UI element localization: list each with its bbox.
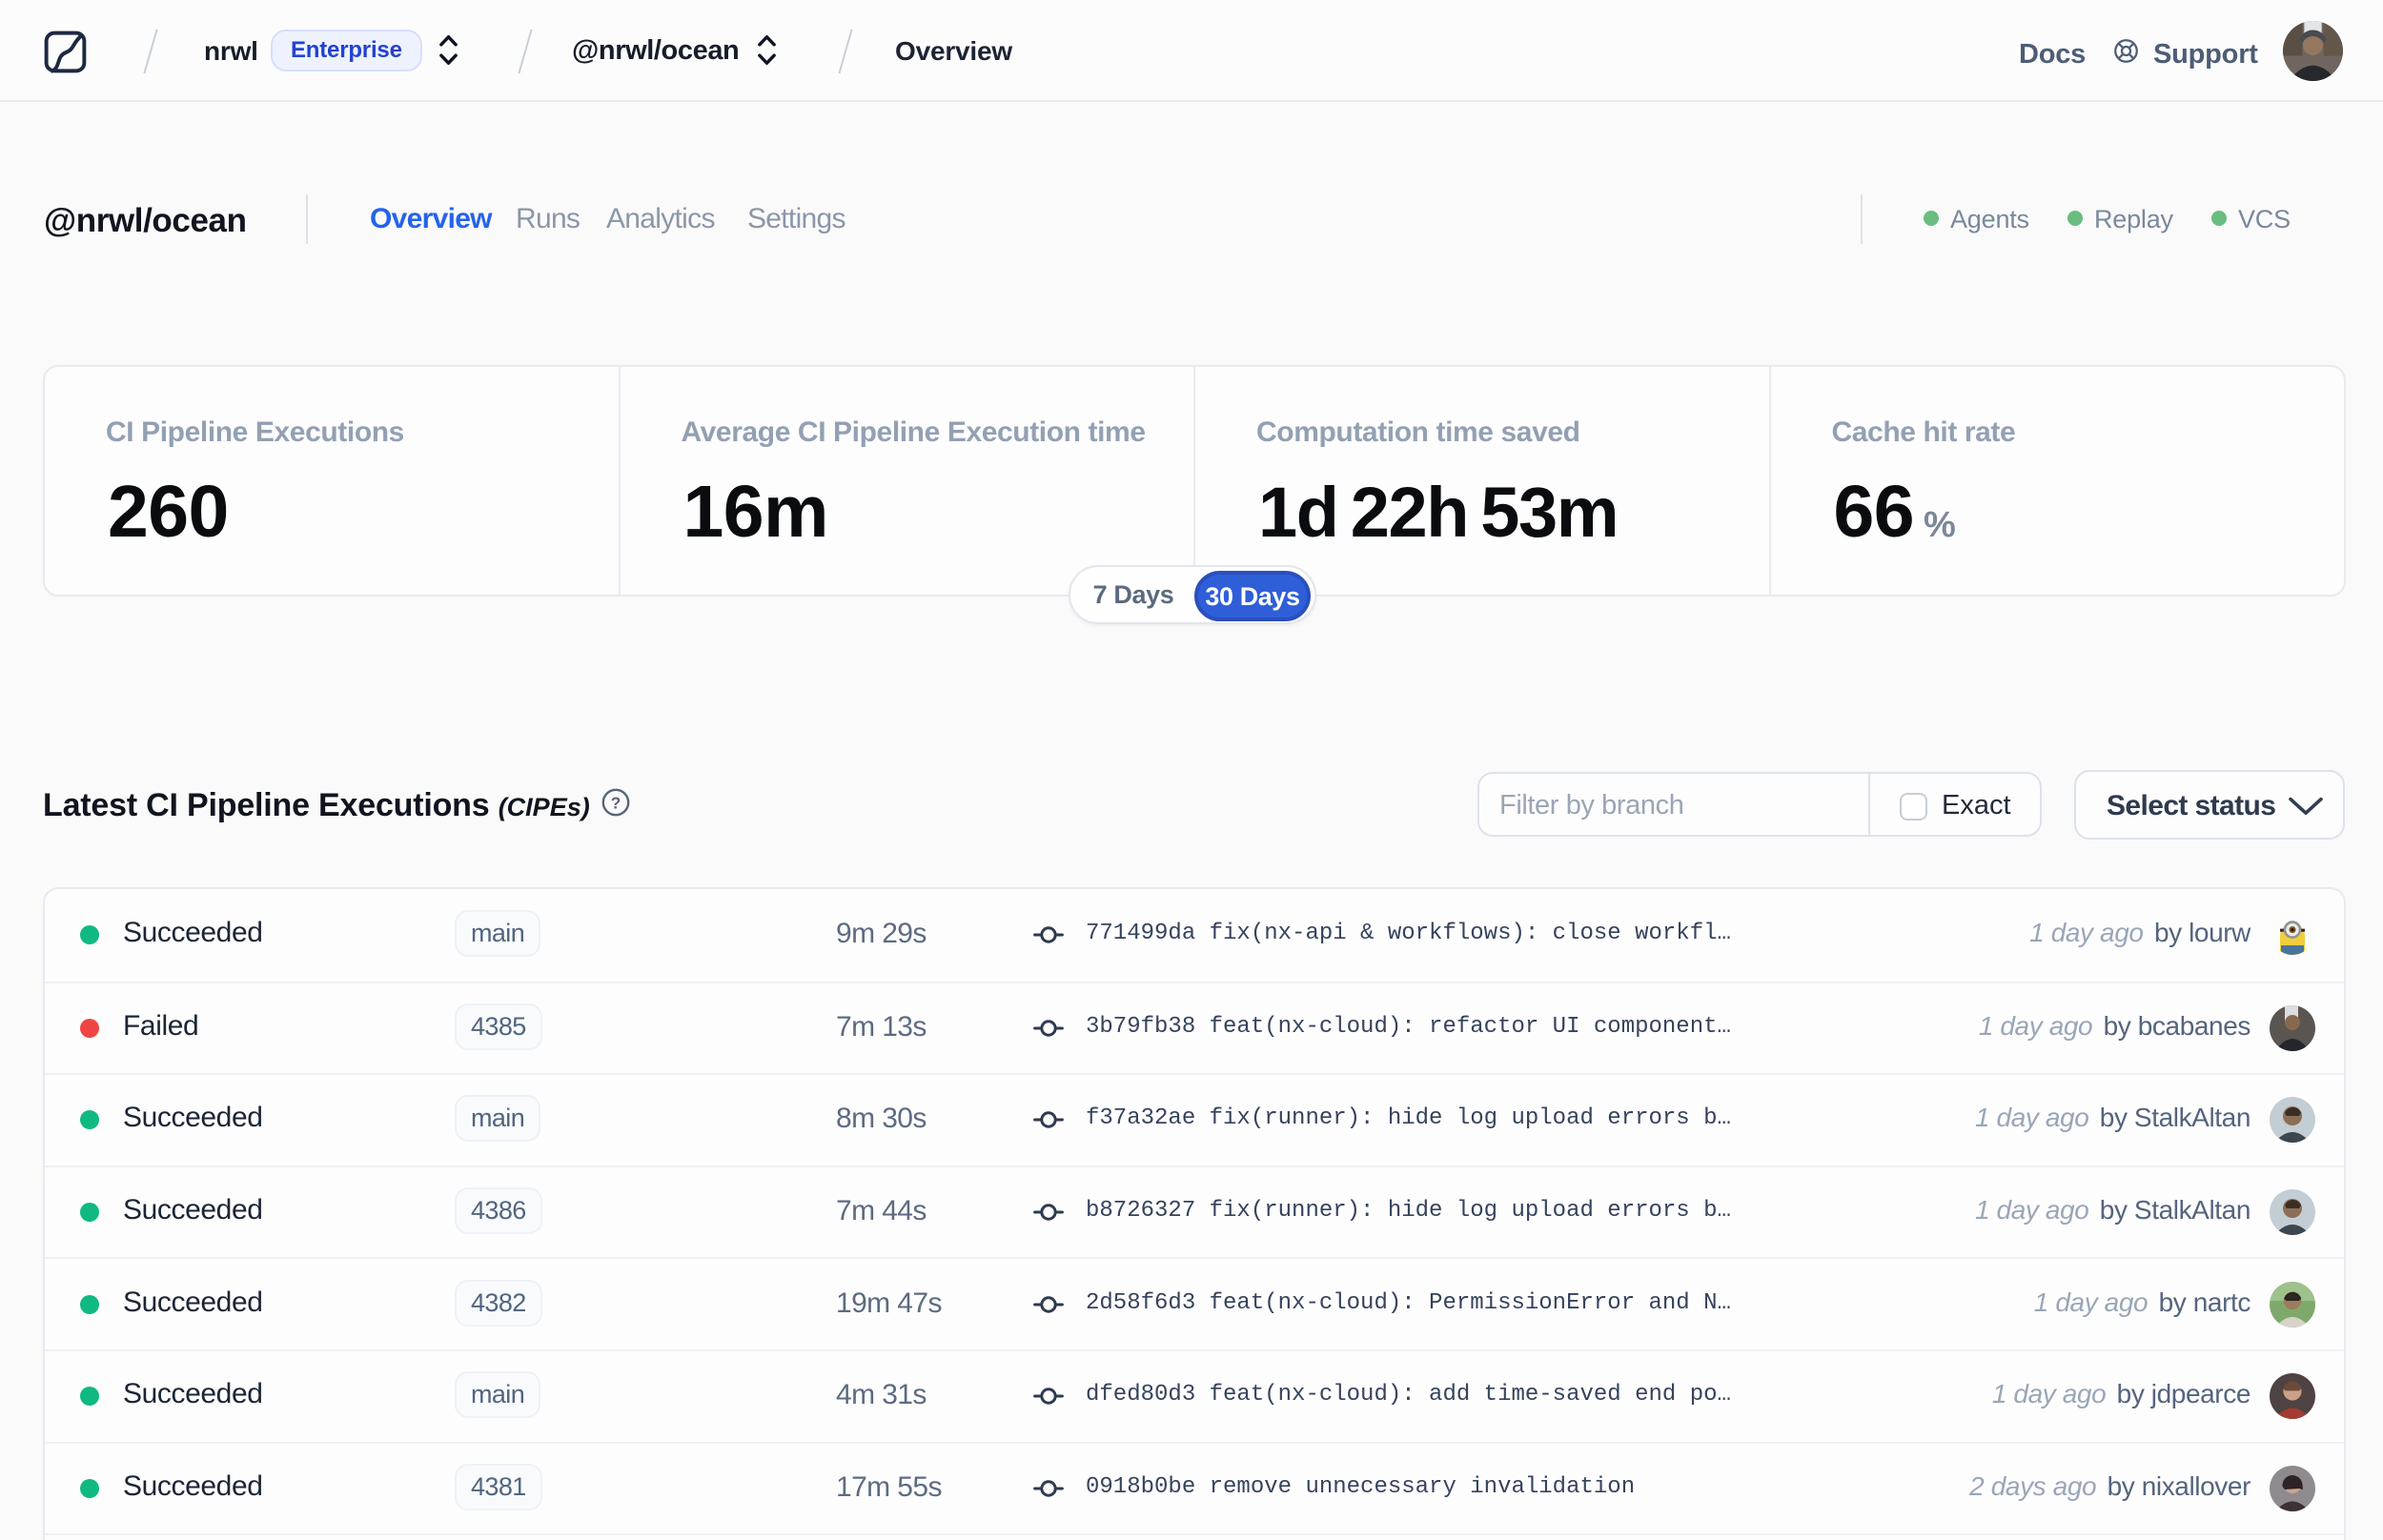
svg-text:?: ? xyxy=(611,793,621,812)
